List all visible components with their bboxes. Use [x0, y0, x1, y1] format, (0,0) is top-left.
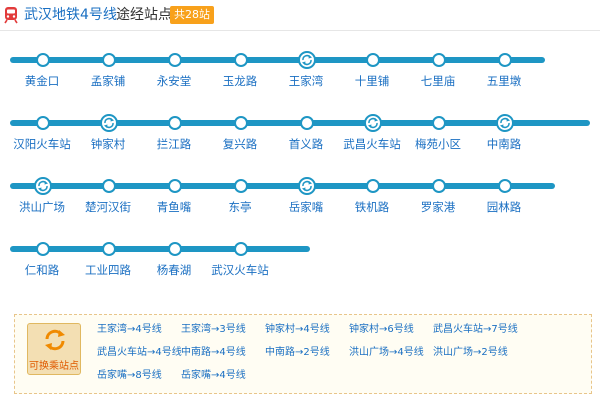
- station-dot-icon: [498, 53, 512, 67]
- line-title[interactable]: 武汉地铁4号线: [24, 5, 117, 25]
- transfer-link[interactable]: 洪山广场→2号线: [433, 346, 508, 360]
- station-dot-icon: [102, 53, 116, 67]
- transfer-link[interactable]: 武昌火车站→7号线: [433, 323, 518, 337]
- station-dot-icon: [432, 179, 446, 193]
- station-dot-icon: [300, 116, 314, 130]
- transfer-station-icon: [364, 114, 382, 132]
- line-track-row-4: [10, 246, 310, 252]
- transfer-station-icon: [100, 114, 118, 132]
- station-dot-icon: [102, 242, 116, 256]
- station-dot-icon: [366, 179, 380, 193]
- station-name[interactable]: 中南路: [444, 137, 564, 151]
- station-dot-icon: [36, 116, 50, 130]
- transfer-link[interactable]: 王家湾→4号线: [97, 323, 162, 337]
- station-dot-icon: [234, 53, 248, 67]
- station-dot-icon: [168, 116, 182, 130]
- station-dot-icon: [36, 242, 50, 256]
- station-name[interactable]: 武汉火车站: [180, 263, 300, 277]
- transfer-link[interactable]: 钟家村→4号线: [265, 323, 330, 337]
- station-dot-icon: [432, 116, 446, 130]
- transfer-link[interactable]: 王家湾→3号线: [181, 323, 246, 337]
- station-dot-icon: [234, 116, 248, 130]
- transfer-station-icon: [34, 177, 52, 195]
- station-dot-icon: [498, 179, 512, 193]
- metro-train-icon: [4, 7, 18, 24]
- line-track-row-1: [10, 57, 545, 63]
- transfer-link[interactable]: 岳家嘴→4号线: [181, 369, 246, 383]
- transfer-button-label: 可换乘站点: [29, 361, 79, 372]
- page-subtitle: 途经站点: [116, 7, 172, 23]
- transfer-station-icon: [496, 114, 514, 132]
- station-dot-icon: [168, 53, 182, 67]
- station-dot-icon: [432, 53, 446, 67]
- station-dot-icon: [366, 53, 380, 67]
- transfer-station-icon: [298, 177, 316, 195]
- header: 武汉地铁4号线 途经站点 共28站: [0, 0, 600, 31]
- station-dot-icon: [168, 242, 182, 256]
- transfer-link[interactable]: 洪山广场→4号线: [349, 346, 424, 360]
- station-name[interactable]: 园林路: [444, 200, 564, 214]
- transfer-station-icon: [298, 51, 316, 69]
- transfer-link[interactable]: 岳家嘴→8号线: [97, 369, 162, 383]
- station-dot-icon: [234, 242, 248, 256]
- transfer-stations-button[interactable]: 可换乘站点: [27, 323, 81, 375]
- station-dot-icon: [234, 179, 248, 193]
- transfer-link[interactable]: 中南路→2号线: [265, 346, 330, 360]
- transfer-panel: 可换乘站点 王家湾→4号线 王家湾→3号线 钟家村→4号线 钟家村→6号线 武昌火车站→…: [14, 314, 592, 394]
- station-dot-icon: [168, 179, 182, 193]
- station-dot-icon: [36, 53, 50, 67]
- refresh-arrows-icon: [45, 329, 65, 351]
- station-dot-icon: [102, 179, 116, 193]
- transfer-link[interactable]: 钟家村→6号线: [349, 323, 414, 337]
- station-name[interactable]: 五里墩: [444, 74, 564, 88]
- line-track-row-3: [10, 183, 555, 189]
- transfer-link[interactable]: 武昌火车站→4号线: [97, 346, 182, 360]
- station-count-badge: 共28站: [170, 6, 214, 24]
- line-map: 黄金口 孟家铺 永安堂 玉龙路 王家湾 十里铺 七里庙 五里墩 汉阳火车站 钟家村 拦江路 复兴路 首义…: [0, 30, 600, 292]
- transfer-link[interactable]: 中南路→4号线: [181, 346, 246, 360]
